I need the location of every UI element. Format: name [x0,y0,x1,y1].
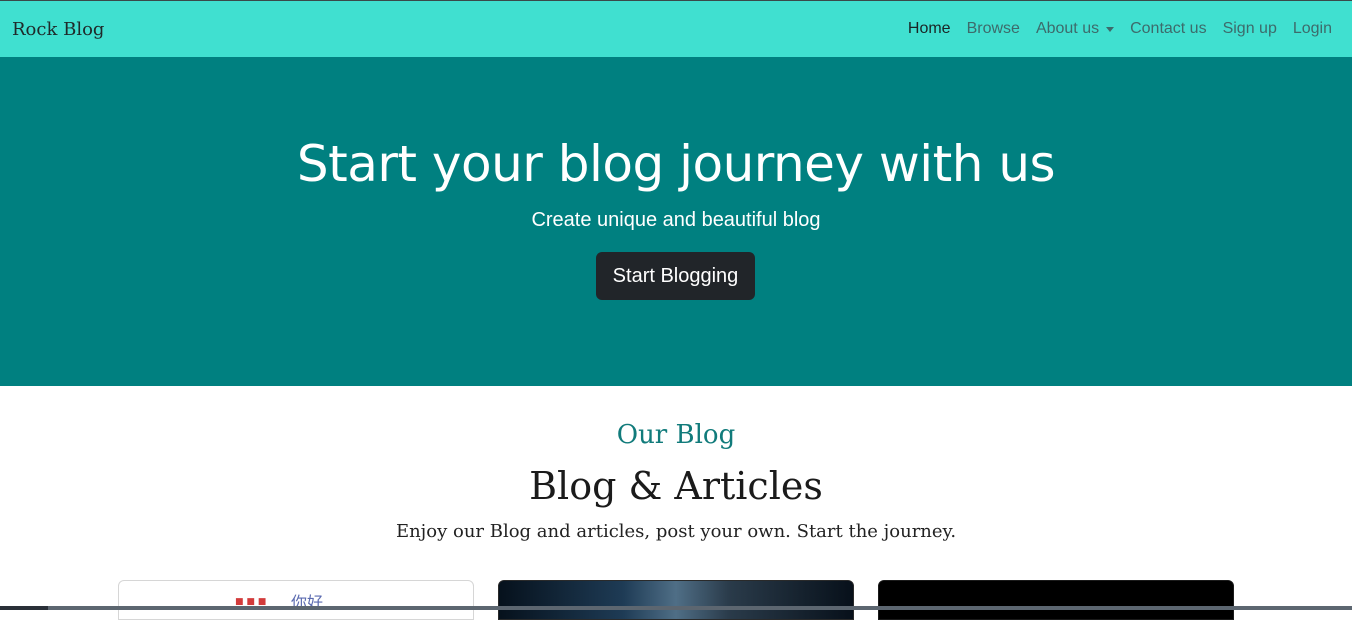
blog-card[interactable] [498,580,854,620]
nav-contact-link[interactable]: Contact us [1122,20,1214,38]
hero-subtitle: Create unique and beautiful blog [531,209,821,231]
hero-section: Start your blog journey with us Create u… [0,57,1352,386]
blog-card-image [499,581,853,619]
nav-about-dropdown[interactable]: About us [1028,20,1122,38]
nav-signup-link[interactable]: Sign up [1215,20,1285,38]
hero-title: Start your blog journey with us [296,135,1056,193]
top-navbar: Rock Blog Home Browse About us Contact u… [0,0,1352,57]
start-blogging-button[interactable]: Start Blogging [596,252,755,300]
nav-browse-link[interactable]: Browse [959,20,1028,38]
blog-card[interactable] [878,580,1234,620]
nav-about-label: About us [1035,20,1100,37]
caret-down-icon [1106,26,1115,32]
section-title: Blog & Articles [529,464,823,508]
blog-card-image [879,581,1233,619]
blog-card[interactable]: ■ ■ ■ 你好 [118,580,474,620]
section-eyebrow: Our Blog [616,420,736,450]
nav-home-link[interactable]: Home [900,20,959,38]
nav-links: Home Browse About us Contact us Sign up … [900,20,1340,38]
blog-section: Our Blog Blog & Articles Enjoy our Blog … [0,386,1352,620]
nav-login-link[interactable]: Login [1285,20,1340,38]
brand-logo-link[interactable]: Rock Blog [12,19,104,40]
section-lead: Enjoy our Blog and articles, post your o… [395,521,957,542]
taskbar-edge [0,606,1352,610]
